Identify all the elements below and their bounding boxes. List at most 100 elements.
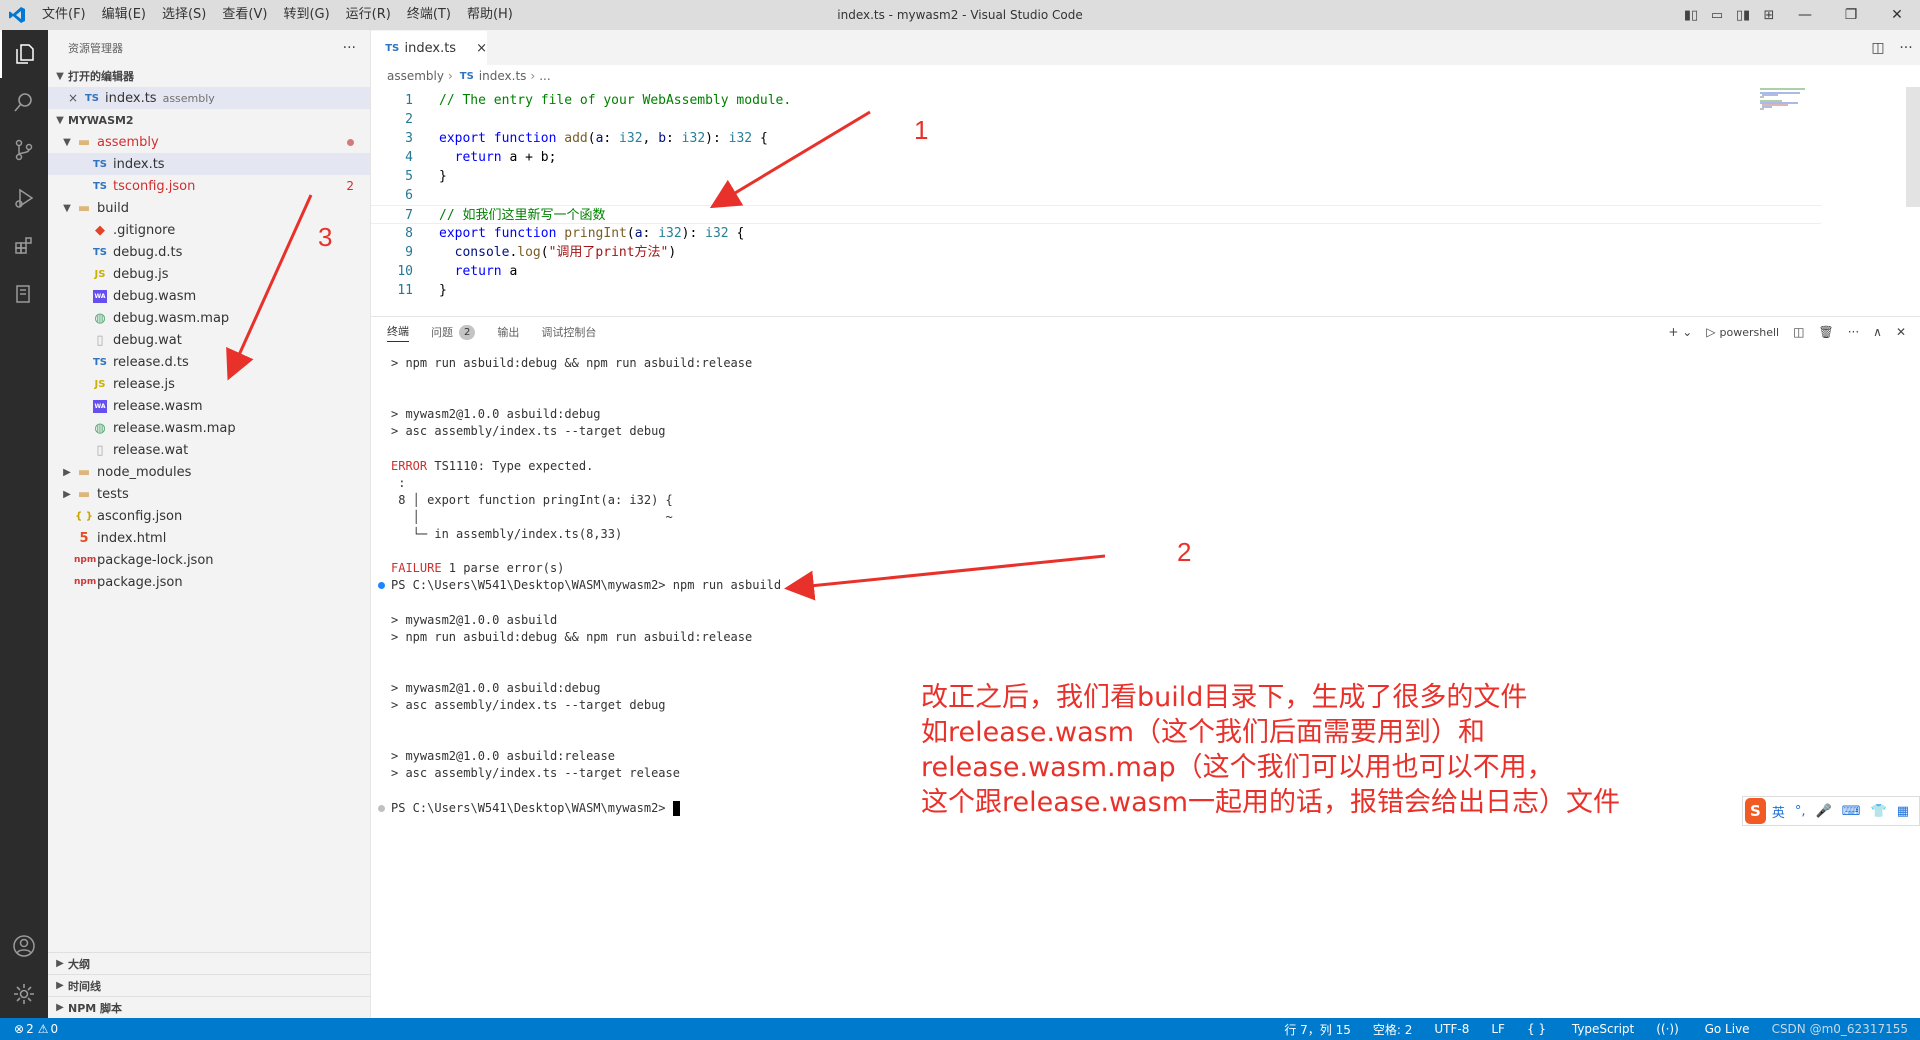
tree-item[interactable]: TS tsconfig.json 2 [48, 175, 370, 197]
tree-item[interactable]: { } asconfig.json [48, 505, 370, 527]
open-editor-item[interactable]: × TS index.ts assembly [48, 87, 370, 109]
run-debug-icon[interactable] [0, 174, 48, 222]
menu-item[interactable]: 文件(F) [34, 0, 94, 30]
file-tree: ▼ ▬ assembly TS index.ts TS tsconfig.json 2 ▼ ▬ bu… [48, 131, 370, 593]
tab-index-ts[interactable]: TS index.ts × [371, 30, 487, 65]
breadcrumb-symbol[interactable]: ... [539, 69, 550, 83]
restore-button[interactable]: ❐ [1828, 0, 1874, 30]
ime-language[interactable]: 英 [1772, 802, 1785, 821]
end-of-line[interactable]: LF [1491, 1022, 1505, 1036]
menu-item[interactable]: 编辑(E) [94, 0, 154, 30]
new-terminal-icon[interactable]: + ⌄ [1668, 325, 1692, 339]
code-editor[interactable]: 1 // The entry file of your WebAssembly m… [371, 87, 1920, 302]
panel-tab[interactable]: 调试控制台 [541, 324, 596, 340]
close-window-button[interactable]: ✕ [1874, 0, 1920, 30]
open-editors-header[interactable]: ▼ 打开的编辑器 [48, 65, 370, 87]
split-terminal-icon[interactable]: ◫ [1793, 325, 1804, 339]
code-token: , [642, 131, 659, 146]
toggle-sidebar-icon[interactable]: ▮▯ [1678, 0, 1704, 30]
command-decoration-icon[interactable] [378, 582, 385, 590]
sidebar-section-header[interactable]: ▶ 大纲 [48, 952, 371, 974]
manage-gear-icon[interactable] [0, 970, 48, 1018]
tree-item[interactable]: ◍ release.wasm.map [48, 417, 370, 439]
indentation[interactable]: 空格: 2 [1373, 1021, 1413, 1038]
tree-item[interactable]: ▼ ▬ assembly [48, 131, 370, 153]
toolbox-icon[interactable]: ▦ [1897, 804, 1909, 819]
tab-label: index.ts [404, 40, 457, 56]
remote-explorer-icon[interactable] [0, 270, 48, 318]
explorer-icon[interactable] [0, 30, 48, 78]
text-file-icon: ▯ [96, 332, 104, 348]
tree-item[interactable]: JS debug.js [48, 263, 370, 285]
sidebar-section-header[interactable]: ▶ 时间线 [48, 974, 371, 996]
maximize-panel-icon[interactable]: ∧ [1873, 325, 1882, 339]
project-header[interactable]: ▼ MYWASM2 [48, 109, 370, 131]
menu-item[interactable]: 帮助(H) [459, 0, 521, 30]
minimize-button[interactable]: — [1782, 0, 1828, 30]
breadcrumb-folder[interactable]: assembly [387, 69, 444, 83]
editor-scrollbar[interactable] [1906, 87, 1920, 207]
cursor-position[interactable]: 行 7，列 15 [1284, 1021, 1351, 1038]
toggle-panel-icon[interactable]: ▭ [1704, 0, 1730, 30]
tree-item[interactable]: WA debug.wasm [48, 285, 370, 307]
extensions-icon[interactable] [0, 222, 48, 270]
tree-item[interactable]: ▶ ▬ node_modules [48, 461, 370, 483]
line-number: 1 [405, 93, 413, 108]
command-decoration-icon[interactable] [378, 804, 385, 812]
close-tab-icon[interactable]: × [476, 41, 487, 56]
tree-item[interactable]: 5 index.html [48, 527, 370, 549]
more-actions-icon[interactable]: ··· [343, 40, 356, 56]
tree-item[interactable]: ◍ debug.wasm.map [48, 307, 370, 329]
close-icon[interactable]: × [68, 91, 82, 105]
menu-item[interactable]: 终端(T) [399, 0, 459, 30]
tree-item[interactable]: ▯ release.wat [48, 439, 370, 461]
more-actions-icon[interactable]: ··· [1848, 325, 1859, 339]
typescript-file-icon: TS [92, 356, 108, 368]
annotation-text: 改正之后，我们看build目录下，生成了很多的文件 如release.wasm（… [921, 682, 1621, 818]
language-mode[interactable]: { } TypeScript [1527, 1022, 1634, 1036]
split-editor-icon[interactable]: ◫ [1864, 40, 1892, 56]
customize-layout-icon[interactable]: ⊞ [1756, 0, 1782, 30]
tree-item[interactable]: ▼ ▬ build [48, 197, 370, 219]
search-icon[interactable] [0, 78, 48, 126]
tree-item[interactable]: TS release.d.ts [48, 351, 370, 373]
typescript-file-icon: TS [92, 158, 108, 170]
tree-item[interactable]: npm package-lock.json [48, 549, 370, 571]
panel-tab[interactable]: 输出 [497, 324, 519, 340]
panel-tab[interactable]: 问题 2 [431, 324, 476, 340]
menu-item[interactable]: 查看(V) [214, 0, 275, 30]
ime-punctuation[interactable]: °, [1795, 804, 1806, 819]
terminal-line: > asc assembly/index.ts --target debug [391, 698, 666, 712]
source-control-icon[interactable] [0, 126, 48, 174]
tree-item[interactable]: TS index.ts [48, 153, 370, 175]
terminal-shell-icon[interactable]: ▷ [1706, 325, 1715, 339]
chevron-right-icon: ▶ [56, 980, 64, 991]
tree-item[interactable]: WA release.wasm [48, 395, 370, 417]
more-actions-icon[interactable]: ··· [1892, 40, 1920, 56]
kill-terminal-icon[interactable]: 🗑 [1818, 325, 1833, 339]
breadcrumb-file[interactable]: index.ts [479, 69, 527, 83]
skin-icon[interactable]: 👕 [1871, 804, 1887, 819]
problems-status[interactable]: ⊗ 2 ⚠ 0 [0, 1022, 58, 1036]
tree-item[interactable]: ▶ ▬ tests [48, 483, 370, 505]
minimap[interactable] [1760, 87, 1840, 117]
keyboard-icon[interactable]: ⌨ [1842, 804, 1861, 819]
sidebar-section-header[interactable]: ▶ NPM 脚本 [48, 996, 371, 1018]
tree-item[interactable]: npm package.json [48, 571, 370, 593]
menu-item[interactable]: 运行(R) [338, 0, 399, 30]
menu-item[interactable]: 选择(S) [154, 0, 214, 30]
microphone-icon[interactable]: 🎤 [1816, 804, 1832, 819]
encoding[interactable]: UTF-8 [1434, 1022, 1469, 1036]
close-panel-icon[interactable]: ✕ [1896, 325, 1906, 339]
panel-tab[interactable]: 终端 [387, 323, 409, 342]
go-live-button[interactable]: ((·)) Go Live [1656, 1022, 1749, 1036]
annotation-number-2: 2 [1177, 537, 1192, 567]
toggle-secondary-sidebar-icon[interactable]: ▯▮ [1730, 0, 1756, 30]
code-token: log [517, 245, 541, 260]
open-editor-desc: assembly [162, 91, 215, 105]
terminal-shell-name[interactable]: powershell [1720, 326, 1780, 339]
accounts-icon[interactable] [0, 922, 48, 970]
menu-item[interactable]: 转到(G) [275, 0, 337, 30]
tree-item[interactable]: ▯ debug.wat [48, 329, 370, 351]
tree-item[interactable]: JS release.js [48, 373, 370, 395]
